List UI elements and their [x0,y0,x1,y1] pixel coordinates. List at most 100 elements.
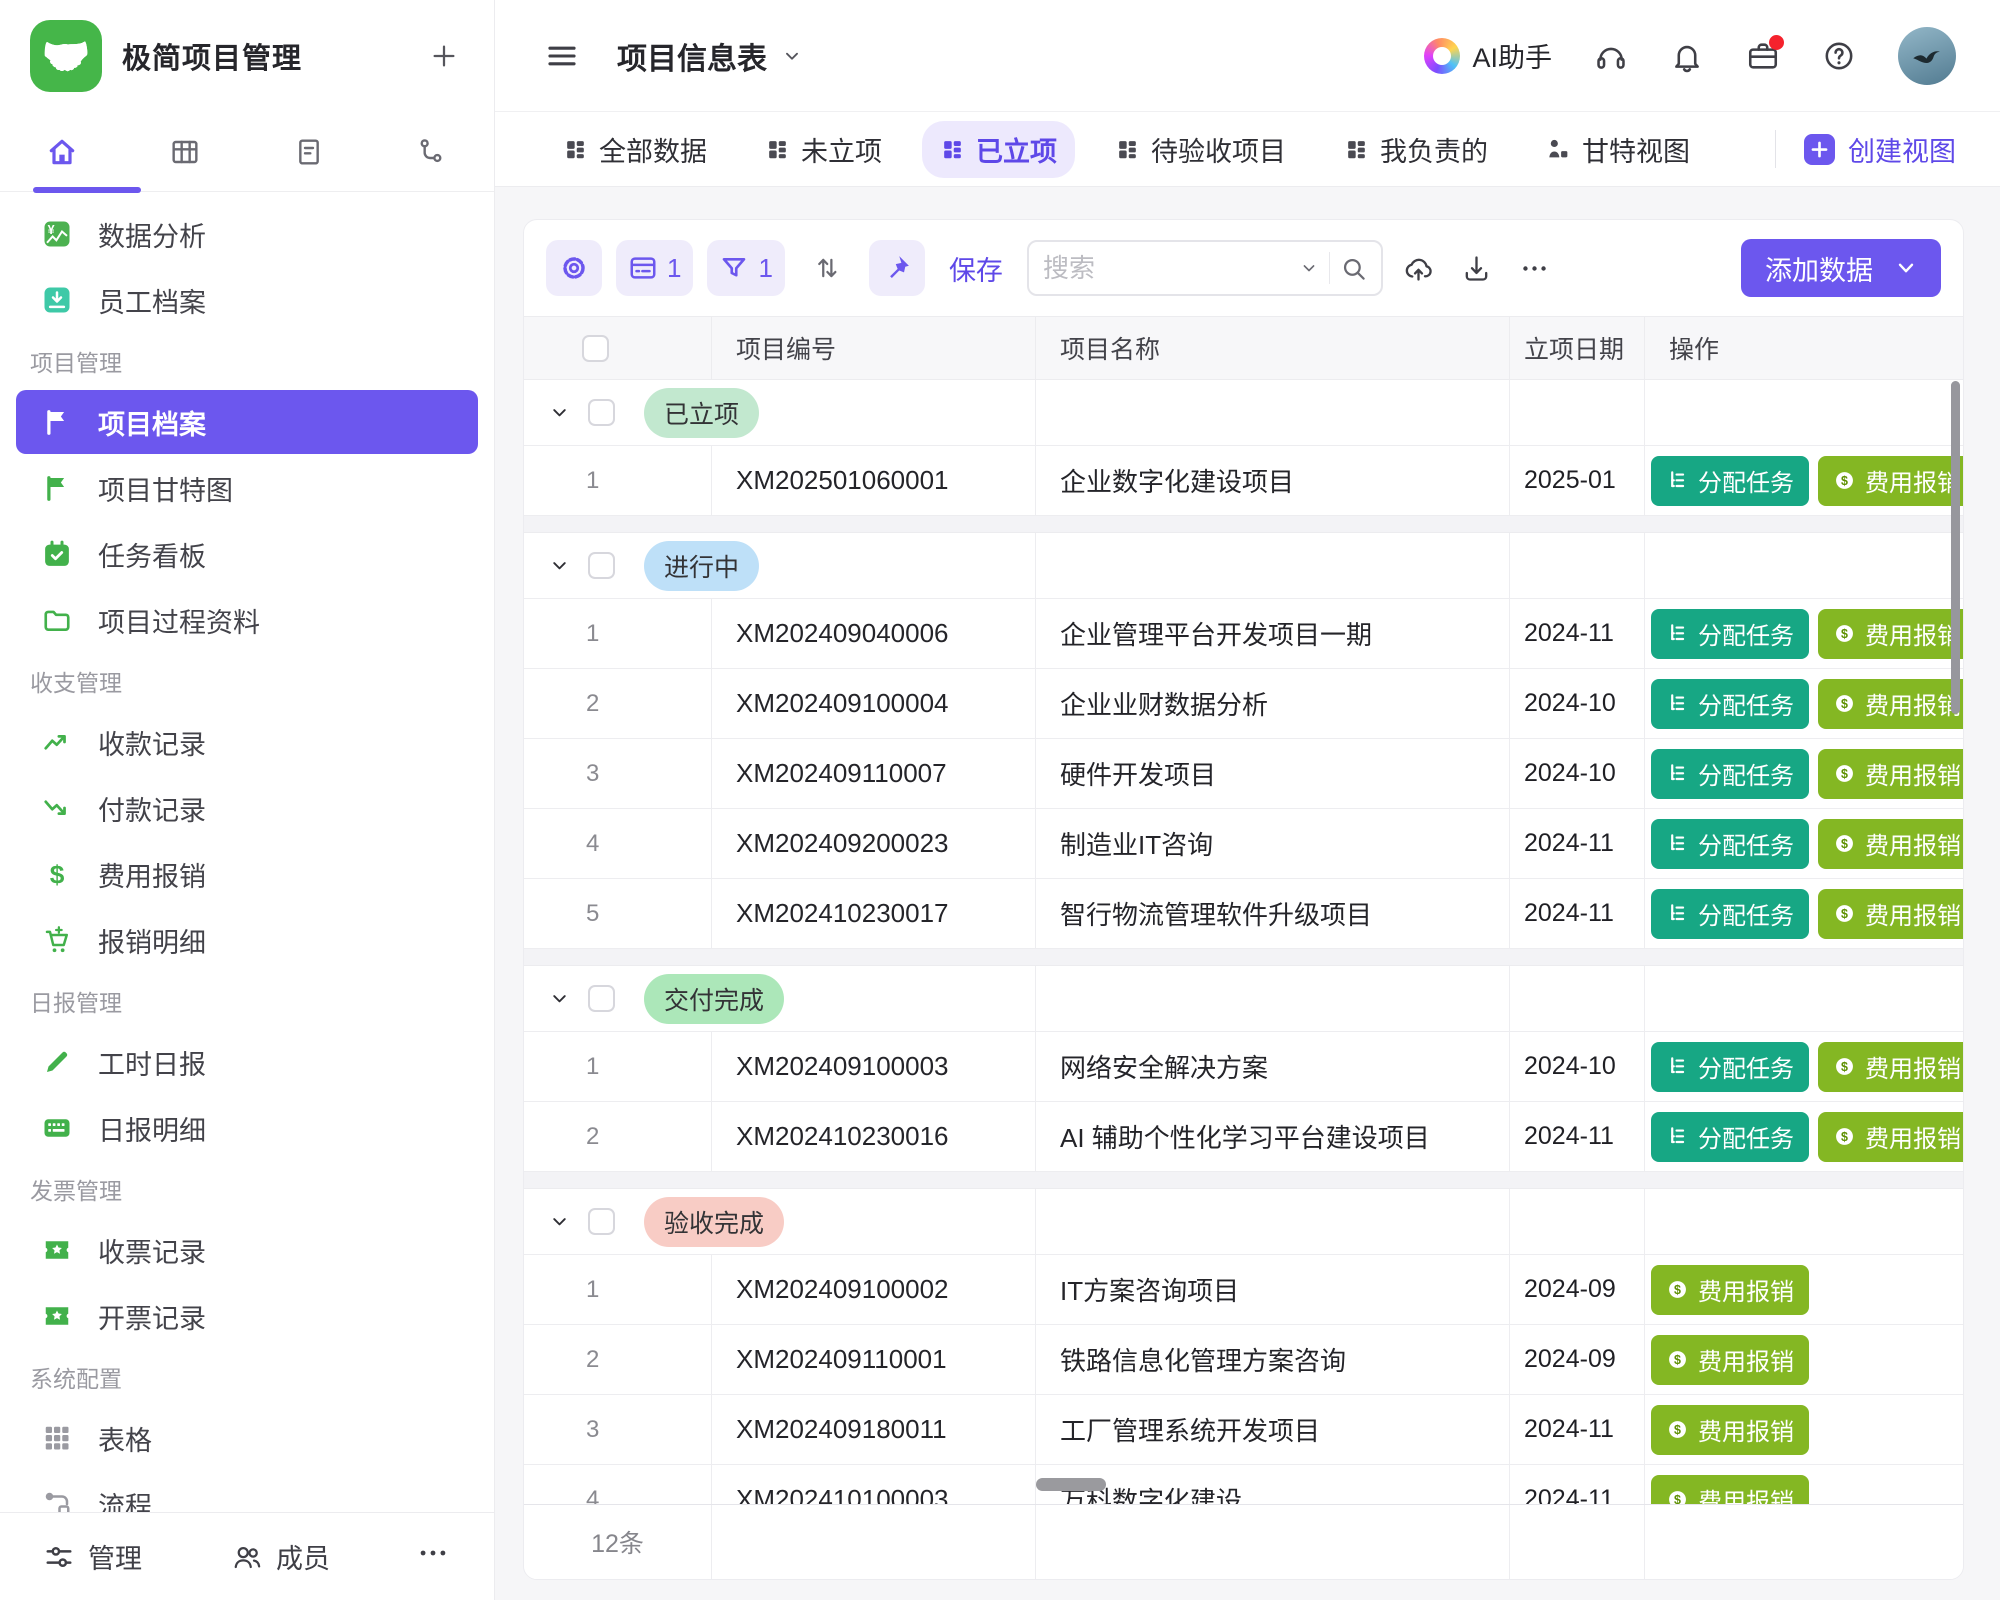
export-button[interactable] [1455,246,1499,290]
expense-button[interactable]: $费用报销 [1818,609,1963,659]
table-row[interactable]: 1XM202409100002IT方案咨询项目2024-09$费用报销 [524,1255,1963,1325]
view-tab-我负责的[interactable]: 我负责的 [1326,121,1506,178]
import-button[interactable] [1397,246,1441,290]
view-tab-已立项[interactable]: 已立项 [922,121,1075,178]
sidebar-item-项目甘特图[interactable]: 项目甘特图 [16,456,478,520]
table-row[interactable]: 3XM202409180011工厂管理系统开发项目2024-11$费用报销 [524,1395,1963,1465]
column-header-name[interactable]: 项目名称 [1035,317,1509,379]
table-row[interactable]: 1XM202409100003网络安全解决方案2024-10分配任务$费用报销 [524,1032,1963,1102]
table-row[interactable]: 1XM202409040006企业管理平台开发项目一期2024-11分配任务$费… [524,599,1963,669]
manage-label: 管理 [88,1537,142,1576]
sort-button[interactable] [799,240,855,296]
fields-config-button[interactable]: 1 [616,240,693,296]
sidebar-item-付款记录[interactable]: 付款记录 [16,776,478,840]
sidebar-item-报销明细[interactable]: 报销明细 [16,908,478,972]
assign-task-button[interactable]: 分配任务 [1651,456,1809,506]
expense-button[interactable]: $费用报销 [1818,1042,1963,1092]
horizontal-scrollbar[interactable] [1036,1478,1106,1491]
more-actions-button[interactable] [1513,246,1557,290]
manage-button[interactable]: 管理 [44,1537,142,1576]
assign-task-button[interactable]: 分配任务 [1651,609,1809,659]
filter-button[interactable]: 1 [707,240,784,296]
expense-button[interactable]: $费用报销 [1651,1335,1809,1385]
expense-button[interactable]: $费用报销 [1818,889,1963,939]
settings-button[interactable] [546,240,602,296]
sidebar-item-工时日报[interactable]: 工时日报 [16,1030,478,1094]
chevron-down-icon[interactable] [548,987,571,1010]
create-view-button[interactable]: 创建视图 [1804,130,1956,169]
members-button[interactable]: 成员 [232,1537,330,1576]
view-tab-甘特视图[interactable]: 甘特视图 [1528,121,1708,178]
table-row[interactable]: 5XM202410230017智行物流管理软件升级项目2024-11分配任务$费… [524,879,1963,949]
table-row[interactable]: 2XM202409100004企业业财数据分析2024-10分配任务$费用报销 [524,669,1963,739]
expense-button[interactable]: $费用报销 [1651,1405,1809,1455]
support-button[interactable] [1594,39,1628,73]
group-checkbox[interactable] [588,985,615,1012]
notifications-button[interactable] [1670,39,1704,73]
assign-task-button[interactable]: 分配任务 [1651,889,1809,939]
view-tab-未立项[interactable]: 未立项 [747,121,900,178]
table-row[interactable]: 2XM202409110001铁路信息化管理方案咨询2024-09$费用报销 [524,1325,1963,1395]
group-checkbox[interactable] [588,1208,615,1235]
tab-flows[interactable] [371,136,495,168]
expense-button[interactable]: $费用报销 [1818,1112,1963,1162]
chevron-down-icon[interactable] [1299,258,1319,278]
ai-assistant-button[interactable]: AI助手 [1424,36,1552,75]
table-row[interactable]: 4XM202409200023制造业IT咨询2024-11分配任务$费用报销 [524,809,1963,879]
sidebar-item-开票记录[interactable]: 开票记录 [16,1284,478,1348]
save-button[interactable]: 保存 [949,249,1003,288]
sidebar-item-收票记录[interactable]: 收票记录 [16,1218,478,1282]
sidebar-item-表格[interactable]: 表格 [16,1406,478,1470]
select-all-checkbox[interactable] [582,335,609,362]
sidebar-item-日报明细[interactable]: 日报明细 [16,1096,478,1160]
table-row[interactable]: 1XM202501060001企业数字化建设项目2025-01分配任务$费用报销 [524,446,1963,516]
sidebar-item-任务看板[interactable]: 任务看板 [16,522,478,586]
expense-button[interactable]: $费用报销 [1818,679,1963,729]
table-row[interactable]: 3XM202409110007硬件开发项目2024-10分配任务$费用报销 [524,739,1963,809]
expense-button[interactable]: $费用报销 [1651,1265,1809,1315]
column-header-code[interactable]: 项目编号 [711,317,1035,379]
add-app-button[interactable] [424,36,464,76]
search-input[interactable] [1043,253,1289,284]
assign-task-button[interactable]: 分配任务 [1651,819,1809,869]
sidebar-item-流程[interactable]: 流程 [16,1472,478,1512]
view-tab-待验收项目[interactable]: 待验收项目 [1097,121,1304,178]
chevron-down-icon[interactable] [548,554,571,577]
help-button[interactable] [1822,39,1856,73]
add-data-button[interactable]: 添加数据 [1741,239,1941,297]
tab-tables[interactable] [124,136,248,168]
tab-documents[interactable] [247,136,371,168]
sidebar-more-button[interactable] [416,1536,450,1577]
column-header-date[interactable]: 立项日期 [1509,317,1644,379]
assign-task-button[interactable]: 分配任务 [1651,679,1809,729]
vertical-scrollbar[interactable] [1951,381,1960,714]
group-checkbox[interactable] [588,552,615,579]
table-row[interactable]: 4XM202410100003万科数字化建设2024-11$费用报销 [524,1465,1963,1506]
assign-task-button[interactable]: 分配任务 [1651,1112,1809,1162]
chevron-down-icon[interactable] [548,1210,571,1233]
sidebar-item-数据分析[interactable]: ¥数据分析 [16,202,478,266]
tab-home[interactable] [0,136,124,168]
sidebar-item-员工档案[interactable]: 员工档案 [16,268,478,332]
hamburger-menu-icon[interactable] [545,39,579,73]
sidebar-item-费用报销[interactable]: $费用报销 [16,842,478,906]
expense-button[interactable]: $费用报销 [1818,456,1963,506]
assign-task-button[interactable]: 分配任务 [1651,749,1809,799]
sidebar-item-项目过程资料[interactable]: 项目过程资料 [16,588,478,652]
assign-task-button[interactable]: 分配任务 [1651,1042,1809,1092]
search-icon[interactable] [1340,255,1367,282]
expense-button[interactable]: $费用报销 [1651,1475,1809,1507]
group-checkbox[interactable] [588,399,615,426]
page-title-dropdown[interactable]: 项目信息表 [617,34,803,78]
expense-button[interactable]: $费用报销 [1818,749,1963,799]
pin-button[interactable] [869,240,925,296]
search-box[interactable] [1027,240,1383,296]
table-row[interactable]: 2XM202410230016AI 辅助个性化学习平台建设项目2024-11分配… [524,1102,1963,1172]
sidebar-item-收款记录[interactable]: 收款记录 [16,710,478,774]
workspace-button[interactable] [1746,39,1780,73]
view-tab-全部数据[interactable]: 全部数据 [545,121,725,178]
chevron-down-icon[interactable] [548,401,571,424]
sidebar-item-项目档案[interactable]: 项目档案 [16,390,478,454]
expense-button[interactable]: $费用报销 [1818,819,1963,869]
avatar[interactable] [1898,27,1956,85]
